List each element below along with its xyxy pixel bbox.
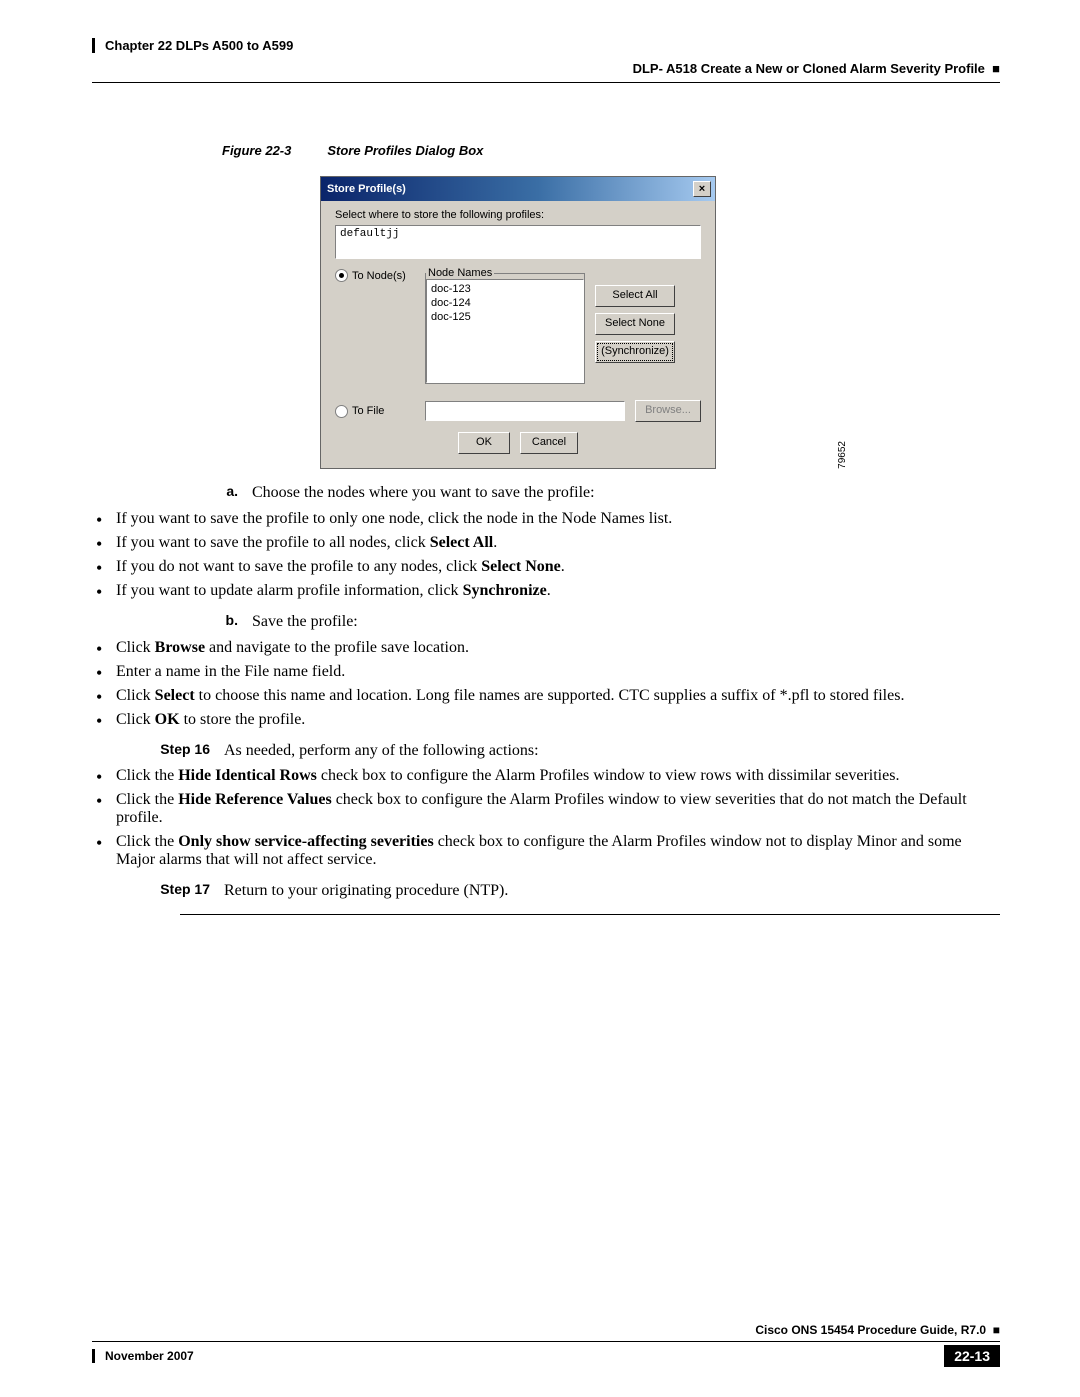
file-path-input[interactable]: [425, 401, 625, 421]
image-id: 79652: [837, 441, 848, 469]
close-icon[interactable]: ×: [693, 181, 711, 197]
chapter-header: Chapter 22 DLPs A500 to A599: [92, 38, 1000, 53]
list-item: Enter a name in the File name field.: [92, 663, 1000, 681]
radio-to-nodes[interactable]: To Node(s): [335, 269, 415, 282]
step-16-label: Step 16: [92, 741, 224, 757]
section-header: DLP- A518 Create a New or Cloned Alarm S…: [92, 61, 1000, 76]
step-a-bullets: If you want to save the profile to only …: [92, 510, 1000, 600]
figure-caption: Figure 22-3Store Profiles Dialog Box: [222, 143, 1000, 158]
list-item: If you want to update alarm profile info…: [92, 582, 1000, 600]
node-names-fieldset: Node Names doc-123 doc-124 doc-125: [425, 267, 585, 384]
dialog-titlebar: Store Profile(s) ×: [321, 177, 715, 201]
step-16-text: As needed, perform any of the following …: [224, 741, 1000, 762]
step-a-label: a.: [92, 483, 252, 499]
step-b-bullets: Click Browse and navigate to the profile…: [92, 639, 1000, 729]
list-item: Click the Hide Identical Rows check box …: [92, 767, 1000, 785]
step-a-text: Choose the nodes where you want to save …: [252, 483, 1000, 504]
radio-to-file[interactable]: To File: [335, 405, 415, 418]
browse-button[interactable]: Browse...: [635, 400, 701, 422]
dialog-title: Store Profile(s): [327, 183, 406, 195]
list-item: Click the Only show service-affecting se…: [92, 833, 1000, 869]
page-number: 22-13: [944, 1345, 1000, 1367]
select-none-button[interactable]: Select None: [595, 313, 675, 335]
footer-date: November 2007: [92, 1349, 194, 1363]
step-b-label: b.: [92, 612, 252, 628]
dialog-instruction: Select where to store the following prof…: [335, 209, 701, 221]
list-item: If you want to save the profile to only …: [92, 510, 1000, 528]
list-item: Click Select to choose this name and loc…: [92, 687, 1000, 705]
step-17-text: Return to your originating procedure (NT…: [224, 881, 1000, 902]
step-17-label: Step 17: [92, 881, 224, 897]
footer-guide: Cisco ONS 15454 Procedure Guide, R7.0 ■: [92, 1323, 1000, 1337]
profiles-list[interactable]: defaultjj: [335, 225, 701, 259]
list-item: Click OK to store the profile.: [92, 711, 1000, 729]
step-b-text: Save the profile:: [252, 612, 1000, 633]
select-all-button[interactable]: Select All: [595, 285, 675, 307]
cancel-button[interactable]: Cancel: [520, 432, 578, 454]
list-item: Click Browse and navigate to the profile…: [92, 639, 1000, 657]
ok-button[interactable]: OK: [458, 432, 510, 454]
store-profiles-dialog: Store Profile(s) × Select where to store…: [320, 176, 716, 469]
step-16-bullets: Click the Hide Identical Rows check box …: [92, 767, 1000, 869]
list-item: Click the Hide Reference Values check bo…: [92, 791, 1000, 827]
list-item: If you want to save the profile to all n…: [92, 534, 1000, 552]
node-names-list[interactable]: doc-123 doc-124 doc-125: [426, 279, 584, 383]
synchronize-button[interactable]: (Synchronize): [595, 341, 675, 363]
list-item: If you do not want to save the profile t…: [92, 558, 1000, 576]
